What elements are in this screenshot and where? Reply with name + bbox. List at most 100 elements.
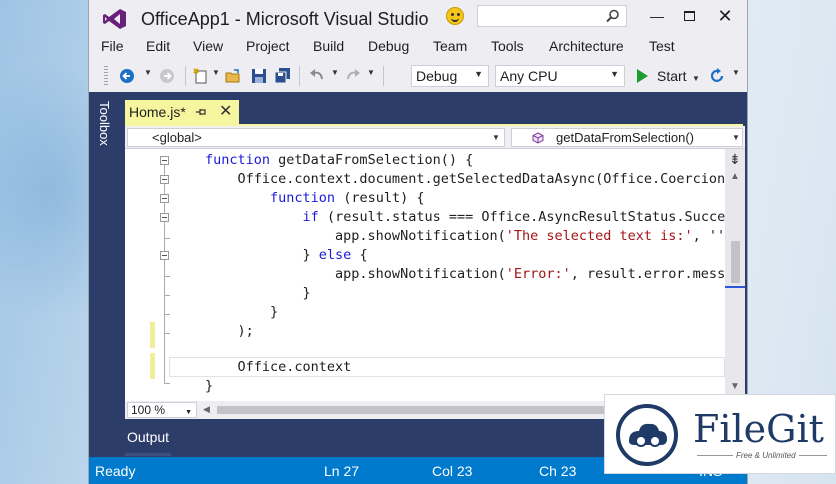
menu-edit[interactable]: Edit	[146, 38, 170, 54]
undo-dropdown-icon[interactable]: ▼	[331, 68, 339, 77]
code-text: getDataFromSelection() {	[270, 152, 474, 168]
menu-file[interactable]: File	[101, 38, 124, 54]
open-file-icon[interactable]	[225, 68, 241, 84]
output-tab-underline	[125, 453, 171, 456]
undo-icon[interactable]	[309, 68, 325, 84]
search-icon[interactable]	[606, 9, 620, 23]
code-line: Office.context.document.getSelectedDataA…	[205, 171, 726, 187]
keyword: function	[270, 190, 336, 206]
refresh-icon[interactable]	[709, 68, 725, 84]
caret-position-marker	[725, 286, 745, 288]
code-line: );	[205, 323, 254, 339]
pin-tab-icon[interactable]	[195, 106, 207, 118]
navigation-bar: <global> ▼ getDataFromSelection() ▼	[125, 126, 745, 149]
save-all-icon[interactable]	[275, 68, 291, 84]
scroll-down-icon[interactable]: ▼	[730, 381, 740, 392]
solution-config-select[interactable]: Debug ▼	[411, 65, 489, 87]
chevron-down-icon: ▼	[492, 133, 500, 142]
document-tab-label: Home.js*	[129, 104, 186, 120]
navigate-back-icon[interactable]	[119, 68, 135, 84]
navigate-forward-icon[interactable]	[159, 68, 175, 84]
split-window-icon[interactable]: ⇟	[729, 151, 741, 168]
close-button[interactable]: ✕	[713, 6, 737, 26]
menu-project[interactable]: Project	[246, 38, 290, 54]
start-button[interactable]: Start	[657, 68, 687, 84]
menu-architecture[interactable]: Architecture	[549, 38, 624, 54]
member-dropdown[interactable]: getDataFromSelection() ▼	[511, 128, 743, 147]
save-icon[interactable]	[251, 68, 267, 84]
new-dropdown-icon[interactable]: ▼	[212, 68, 220, 77]
collapse-region-icon[interactable]	[160, 251, 169, 260]
status-column: Col 23	[432, 463, 473, 479]
toolbar-grip[interactable]	[104, 66, 108, 86]
start-play-icon[interactable]	[637, 69, 648, 83]
scope-value: <global>	[152, 130, 202, 145]
toolbar-separator	[185, 66, 186, 86]
scroll-left-icon[interactable]: ◀	[203, 404, 210, 415]
collapse-region-icon[interactable]	[160, 156, 169, 165]
menu-tools[interactable]: Tools	[491, 38, 524, 54]
maximize-icon	[683, 10, 695, 21]
code-line: function getDataFromSelection() {	[205, 151, 473, 170]
redo-icon[interactable]	[345, 68, 361, 84]
filegit-watermark: FileGit Free & Unlimited	[604, 394, 836, 474]
outline-end	[164, 314, 170, 315]
window-title: OfficeApp1 - Microsoft Visual Studio	[141, 9, 429, 29]
code-line: Office.context	[205, 359, 352, 375]
method-cube-icon	[532, 132, 544, 144]
visual-studio-logo-icon	[103, 9, 126, 29]
code-text: }	[205, 247, 319, 263]
menu-bar: File Edit View Project Build Debug Team …	[89, 38, 747, 58]
close-tab-icon[interactable]: ✕	[219, 101, 232, 121]
code-text: (result.status === Office.AsyncResultSta…	[318, 209, 725, 225]
refresh-dropdown-icon[interactable]: ▼	[732, 68, 740, 77]
redo-dropdown-icon[interactable]: ▼	[367, 68, 375, 77]
chevron-down-icon: ▼	[185, 409, 192, 416]
scope-dropdown[interactable]: <global> ▼	[127, 128, 505, 147]
collapse-region-icon[interactable]	[160, 175, 169, 184]
string-literal: 'Error:'	[505, 266, 571, 282]
platform-select[interactable]: Any CPU ▼	[495, 65, 625, 87]
outline-end	[164, 333, 170, 334]
changed-line-marker	[150, 353, 155, 379]
menu-view[interactable]: View	[193, 38, 223, 54]
member-value: getDataFromSelection()	[556, 130, 694, 145]
scroll-up-icon[interactable]: ▲	[730, 171, 740, 182]
code-text: app.showNotification(	[205, 266, 506, 282]
chevron-down-icon: ▼	[610, 69, 619, 79]
code-text: (result) {	[335, 190, 425, 206]
maximize-button[interactable]	[677, 6, 701, 26]
vertical-scrollbar[interactable]: ⇟ ▲ ▼	[725, 149, 745, 401]
menu-team[interactable]: Team	[433, 38, 467, 54]
status-line: Ln 27	[324, 463, 360, 479]
standard-toolbar: ▼ ▼ ▼ ▼ Debug ▼ Any CPU ▼ ▼	[89, 62, 747, 90]
collapse-region-icon[interactable]	[160, 213, 169, 222]
code-editor[interactable]: function getDataFromSelection() { Office…	[125, 149, 725, 401]
collapse-region-icon[interactable]	[160, 194, 169, 203]
feedback-smiley-icon[interactable]	[446, 7, 464, 25]
menu-build[interactable]: Build	[313, 38, 344, 54]
toolbar-separator	[383, 66, 384, 86]
outline-end	[164, 295, 170, 296]
minimize-button[interactable]: —	[645, 6, 669, 26]
title-bar: OfficeApp1 - Microsoft Visual Studio — ✕	[89, 0, 747, 36]
vertical-scroll-thumb[interactable]	[731, 241, 740, 283]
menu-debug[interactable]: Debug	[368, 38, 409, 54]
code-line: app.showNotification('The selected text …	[205, 227, 725, 246]
chevron-down-icon: ▼	[474, 69, 483, 79]
start-dropdown-icon[interactable]: ▼	[692, 74, 700, 83]
back-dropdown-icon[interactable]: ▼	[144, 68, 152, 77]
code-line: } else {	[205, 246, 368, 265]
status-char: Ch 23	[539, 463, 577, 479]
outline-end	[164, 383, 170, 384]
code-line: }	[205, 285, 311, 301]
quick-launch-input[interactable]	[477, 5, 627, 27]
zoom-value: 100 %	[131, 403, 166, 417]
menu-test[interactable]: Test	[649, 38, 675, 54]
outline-end	[164, 238, 170, 239]
output-tab[interactable]: Output	[127, 429, 169, 445]
toolbox-tab[interactable]: Toolbox	[97, 101, 112, 146]
new-project-icon[interactable]	[193, 68, 209, 84]
zoom-select[interactable]: 100 % ▼	[127, 402, 197, 418]
